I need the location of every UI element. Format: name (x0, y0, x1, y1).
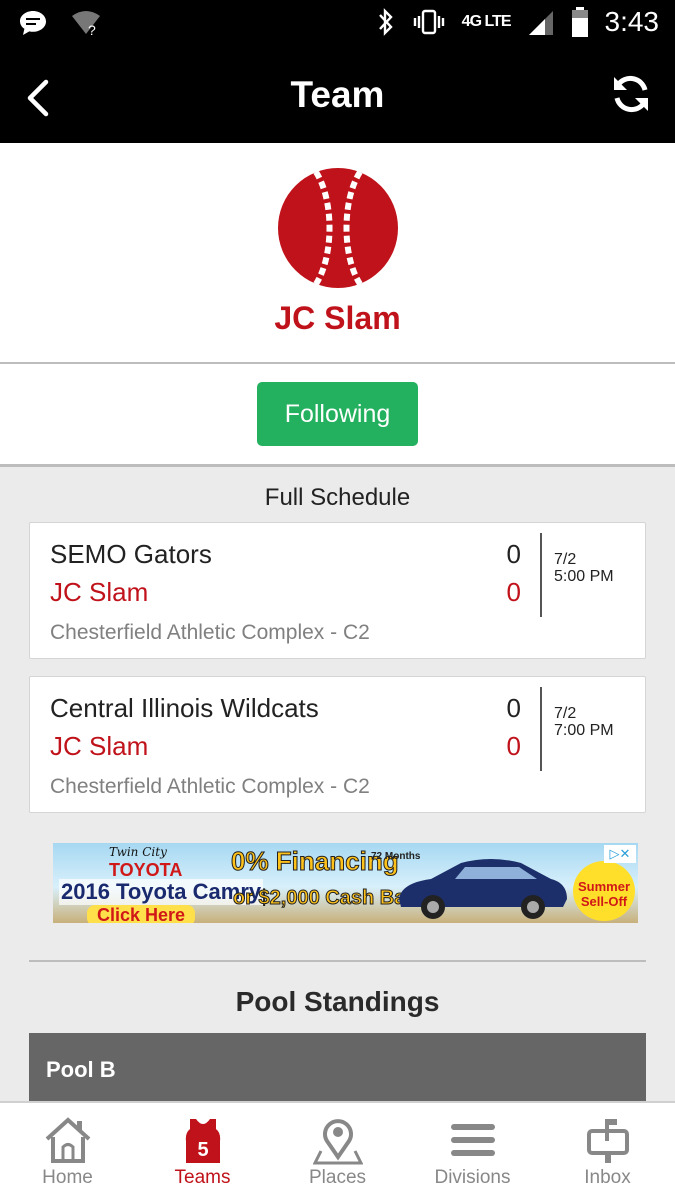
full-schedule-heading: Full Schedule (264, 484, 411, 511)
team-header: JC Slam (0, 143, 675, 362)
vibrate-icon (413, 9, 444, 35)
away-team: SEMO Gators (50, 539, 212, 569)
game-date: 7/2 (554, 551, 577, 568)
following-button[interactable]: Following (257, 382, 418, 446)
game-venue: Chesterfield Athletic Complex - C2 (50, 775, 370, 798)
card-separator (540, 687, 542, 771)
home-score: 0 (506, 577, 521, 607)
map-pin-icon (313, 1119, 363, 1165)
nav-label: Home (42, 1167, 93, 1188)
bottom-nav: Home 5 Teams Places Divisions Inbox (0, 1101, 675, 1200)
ad-banner[interactable]: Twin City TOYOTA 2016 Toyota Camry Click… (53, 843, 638, 923)
page-title: Team (290, 74, 385, 115)
home-team: JC Slam (50, 731, 149, 761)
nav-inbox[interactable]: Inbox (540, 1103, 675, 1200)
game-time: 7:00 PM (554, 722, 614, 739)
ad-choices-icon[interactable]: ▷✕ (604, 845, 636, 863)
divider (29, 960, 646, 962)
svg-text:5: 5 (197, 1139, 208, 1161)
menu-icon (451, 1124, 495, 1156)
away-team: Central Illinois Wildcats (50, 693, 319, 723)
nav-label: Divisions (434, 1167, 511, 1188)
follow-section: Following (0, 364, 675, 464)
nav-label: Places (308, 1167, 367, 1188)
away-score: 0 (506, 539, 521, 569)
chat-bubble-icon (20, 11, 46, 35)
car-image (399, 859, 567, 919)
status-bar: ? 4G LTE 3:43 (0, 0, 675, 48)
away-score: 0 (506, 693, 521, 723)
nav-label: Inbox (584, 1167, 631, 1188)
svg-text:?: ? (88, 22, 96, 38)
team-name: JC Slam (274, 300, 401, 336)
game-datetime: 7/2 7:00 PM (554, 705, 614, 739)
card-separator (540, 533, 542, 617)
nav-places[interactable]: Places (270, 1103, 405, 1200)
home-team: JC Slam (50, 577, 149, 607)
game-date: 7/2 (554, 705, 577, 722)
jersey-icon: 5 (185, 1119, 221, 1163)
app-bar: Team (0, 48, 675, 143)
pool-standings-heading: Pool Standings (235, 986, 440, 1017)
pool-label: Pool B (46, 1057, 116, 1082)
signal-icon (528, 11, 553, 35)
nav-label: Teams (174, 1167, 231, 1188)
game-datetime: 7/2 5:00 PM (554, 551, 614, 585)
nav-divisions[interactable]: Divisions (405, 1103, 540, 1200)
game-venue: Chesterfield Athletic Complex - C2 (50, 621, 370, 644)
ad-dealer: Twin City (109, 845, 167, 859)
home-icon (45, 1117, 91, 1163)
ad-brand: TOYOTA (109, 860, 183, 880)
nav-home[interactable]: Home (0, 1103, 135, 1200)
pool-header[interactable]: Pool B (29, 1033, 646, 1103)
ad-cta[interactable]: Click Here (87, 905, 196, 923)
bluetooth-icon (378, 8, 393, 36)
nav-teams[interactable]: 5 Teams (135, 1103, 270, 1200)
game-time: 5:00 PM (554, 568, 614, 585)
wifi-unknown-icon: ? (72, 11, 100, 38)
battery-icon (571, 7, 588, 37)
network-indicator: 4G LTE (461, 13, 512, 30)
divider (0, 464, 675, 467)
status-time: 3:43 (604, 6, 660, 37)
baseball-icon (278, 168, 398, 288)
game-card[interactable]: SEMO Gators JC Slam 0 0 7/2 5:00 PM Ches… (29, 522, 646, 659)
game-card[interactable]: Central Illinois Wildcats JC Slam 0 0 7/… (29, 676, 646, 813)
ad-badge: Summer Sell-Off (573, 861, 635, 921)
mailbox-icon (587, 1119, 629, 1163)
home-score: 0 (506, 731, 521, 761)
refresh-button[interactable] (609, 72, 653, 116)
